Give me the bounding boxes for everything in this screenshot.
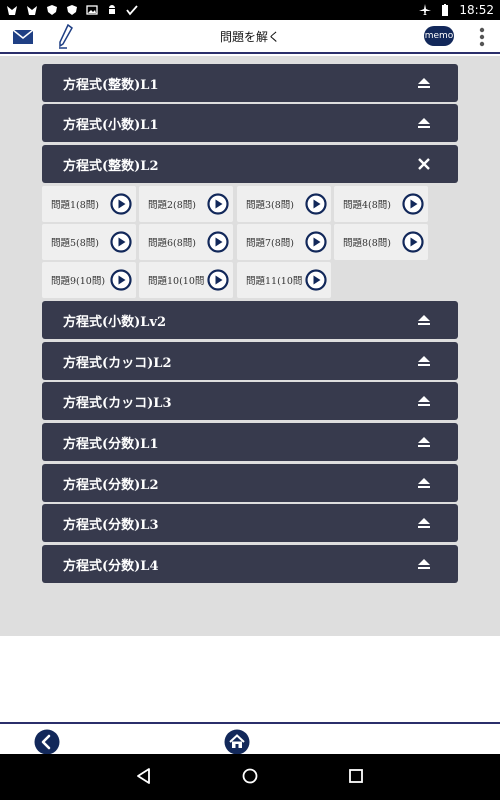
nav-home-icon[interactable] bbox=[240, 766, 260, 786]
problem-cell[interactable]: 問題9(10問) bbox=[42, 262, 136, 298]
problem-cell[interactable]: 問題1(8問) bbox=[42, 186, 136, 222]
system-status: 18:52 bbox=[419, 3, 494, 17]
problem-cell[interactable]: 問題7(8問) bbox=[237, 224, 331, 260]
home-icon[interactable] bbox=[224, 729, 250, 755]
app-icon bbox=[7, 6, 17, 15]
expand-icon bbox=[404, 516, 444, 530]
problem-label: 問題1(8問) bbox=[51, 200, 100, 211]
airplane-icon bbox=[419, 4, 432, 15]
expand-icon bbox=[404, 76, 444, 90]
play-icon bbox=[305, 269, 327, 291]
play-icon bbox=[110, 269, 132, 291]
expand-icon bbox=[404, 313, 444, 327]
problem-label: 問題3(8問) bbox=[246, 200, 295, 211]
play-icon bbox=[402, 193, 424, 215]
expand-icon bbox=[404, 476, 444, 490]
section-bar[interactable]: 方程式(カッコ)L3 bbox=[42, 382, 458, 420]
problem-label: 問題9(10問) bbox=[51, 276, 106, 287]
shield-icon bbox=[67, 5, 77, 15]
play-icon bbox=[207, 269, 229, 291]
section-label: 方程式(分数)L2 bbox=[63, 477, 159, 493]
android-icon bbox=[109, 5, 115, 14]
section-bar[interactable]: 方程式(分数)L1 bbox=[42, 423, 458, 461]
overflow-menu-icon[interactable] bbox=[474, 26, 490, 48]
play-icon bbox=[110, 231, 132, 253]
image-icon bbox=[86, 5, 98, 15]
expand-icon bbox=[404, 557, 444, 571]
section-bar[interactable]: 方程式(小数)L1 bbox=[42, 104, 458, 142]
problem-label: 問題7(8問) bbox=[246, 238, 295, 249]
status-bar: 18:52 bbox=[0, 0, 500, 20]
section-bar[interactable]: 方程式(分数)L2 bbox=[42, 464, 458, 502]
play-icon bbox=[207, 193, 229, 215]
section-bar[interactable]: 方程式(分数)L3 bbox=[42, 504, 458, 542]
back-icon[interactable] bbox=[34, 729, 60, 755]
nav-recents-icon[interactable] bbox=[346, 766, 366, 786]
problem-cell[interactable]: 問題2(8問) bbox=[139, 186, 233, 222]
problem-cell[interactable]: 問題11(10問 bbox=[237, 262, 331, 298]
expand-icon bbox=[404, 394, 444, 408]
expand-icon bbox=[404, 354, 444, 368]
play-icon bbox=[207, 231, 229, 253]
expand-icon bbox=[404, 435, 444, 449]
notification-icons bbox=[6, 4, 138, 16]
section-bar[interactable]: 方程式(分数)L4 bbox=[42, 545, 458, 583]
section-label: 方程式(分数)L3 bbox=[63, 517, 159, 533]
section-bar[interactable]: 方程式(整数)L1 bbox=[42, 64, 458, 102]
close-icon bbox=[404, 157, 444, 171]
problem-label: 問題10(10問 bbox=[148, 276, 205, 287]
expand-icon bbox=[404, 116, 444, 130]
problem-label: 問題11(10問 bbox=[246, 276, 303, 287]
memo-button[interactable]: memo bbox=[424, 26, 454, 46]
problem-cell[interactable]: 問題6(8問) bbox=[139, 224, 233, 260]
section-label: 方程式(整数)L1 bbox=[63, 77, 159, 93]
system-nav-bar bbox=[0, 754, 500, 800]
problem-cell[interactable]: 問題3(8問) bbox=[237, 186, 331, 222]
problem-label: 問題2(8問) bbox=[148, 200, 197, 211]
play-icon bbox=[402, 231, 424, 253]
problem-label: 問題6(8問) bbox=[148, 238, 197, 249]
section-label: 方程式(カッコ)L3 bbox=[63, 395, 172, 411]
play-icon bbox=[110, 193, 132, 215]
problem-cell[interactable]: 問題4(8問) bbox=[334, 186, 428, 222]
app-icon bbox=[27, 6, 37, 15]
shield-icon bbox=[47, 5, 57, 15]
clock: 18:52 bbox=[459, 3, 494, 17]
check-icon bbox=[126, 5, 138, 16]
bottom-toolbar bbox=[0, 722, 500, 755]
section-label: 方程式(整数)L2 bbox=[63, 158, 159, 174]
content-area: 方程式(整数)L1 方程式(小数)L1 方程式(整数)L2 問題1(8問) 問題… bbox=[0, 56, 500, 636]
app-bar: 問題を解く memo bbox=[0, 20, 500, 54]
section-label: 方程式(カッコ)L2 bbox=[63, 355, 172, 371]
problem-cell[interactable]: 問題5(8問) bbox=[42, 224, 136, 260]
section-bar-expanded[interactable]: 方程式(整数)L2 bbox=[42, 145, 458, 183]
play-icon bbox=[305, 231, 327, 253]
blank-area bbox=[0, 636, 500, 722]
section-label: 方程式(小数)L1 bbox=[63, 117, 159, 133]
battery-icon bbox=[442, 4, 449, 16]
section-label: 方程式(分数)L4 bbox=[63, 558, 159, 574]
problem-cell[interactable]: 問題8(8問) bbox=[334, 224, 428, 260]
problem-cell[interactable]: 問題10(10問 bbox=[139, 262, 233, 298]
problem-label: 問題4(8問) bbox=[343, 200, 392, 211]
problem-label: 問題5(8問) bbox=[51, 238, 100, 249]
section-bar[interactable]: 方程式(小数)Lv2 bbox=[42, 301, 458, 339]
section-bar[interactable]: 方程式(カッコ)L2 bbox=[42, 342, 458, 380]
nav-back-icon[interactable] bbox=[134, 766, 154, 786]
section-label: 方程式(分数)L1 bbox=[63, 436, 159, 452]
problem-label: 問題8(8問) bbox=[343, 238, 392, 249]
play-icon bbox=[305, 193, 327, 215]
section-label: 方程式(小数)Lv2 bbox=[63, 314, 167, 330]
